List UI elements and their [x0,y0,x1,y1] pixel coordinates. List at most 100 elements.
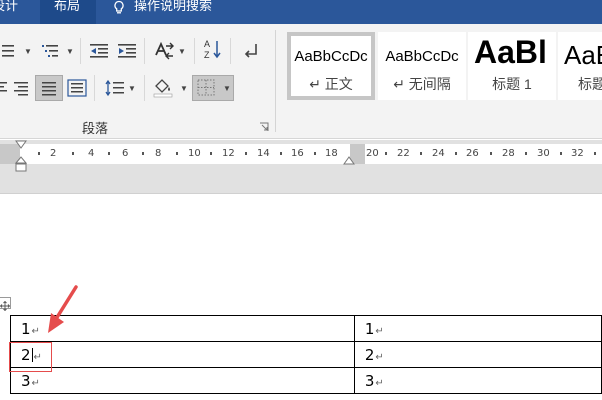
right-indent-marker-icon[interactable] [343,155,355,165]
line-spacing-button[interactable] [102,77,128,99]
shading-dropdown-arrow[interactable]: ▼ [180,84,188,93]
paragraph-mark-icon [244,44,257,58]
style-title[interactable]: AaE 标题 [558,32,602,100]
chinese-layout-icon [155,42,174,60]
tab-design[interactable]: 设计 [0,0,32,24]
chinese-layout-button[interactable] [152,40,178,62]
tell-me-label: 操作说明搜索 [134,0,213,13]
borders-icon [197,79,215,96]
ruler-tick [490,152,492,155]
increase-indent-button[interactable] [114,40,140,62]
table-move-handle[interactable] [0,297,11,312]
ruler-tick [314,152,316,155]
ribbon: ▼ ▼ ▼ A Z ▼ ▼ ▼ 段落 AaBbCcDc ↵ 正文 AaBbCcD… [0,24,602,139]
ruler-tick [594,152,596,155]
increase-indent-icon [118,44,136,58]
cell-text: 3 [21,371,31,390]
table-cell[interactable]: 3↵ [10,367,355,394]
cell-end-mark: ↵ [375,325,384,337]
tab-layout[interactable]: 布局 [40,0,96,24]
line-spacing-icon [105,79,124,97]
ruler-tick [560,152,562,155]
style-no-spacing-sample: AaBbCcDc [385,48,459,65]
distributed-button[interactable] [64,77,90,99]
tell-me-search[interactable]: 操作说明搜索 [112,0,212,24]
table-cell[interactable]: 1↵ [353,315,602,342]
paragraph-group-label: 段落 [82,121,109,136]
multilevel-list-icon [42,45,58,57]
annotation-highlight-box [9,342,52,372]
borders-button[interactable]: ▼ [192,75,234,101]
ruler-area: 2 4 6 8 10 12 14 16 18 20 22 24 26 28 30… [0,140,602,194]
ruler-tick [210,152,212,155]
align-right-icon [14,82,28,96]
sort-button[interactable]: A Z [200,38,226,60]
cell-text: 2 [364,345,375,364]
indent-marker-icon[interactable] [15,140,27,172]
multilevel-list-button[interactable] [38,40,64,62]
ruler-label: 26 [466,148,479,159]
align-right-button[interactable] [8,77,34,99]
table-cell[interactable]: 3↵ [353,367,602,394]
style-normal-name: ↵ 正文 [309,76,353,92]
cell-text: 3 [364,371,375,390]
bullets-dropdown-arrow[interactable]: ▼ [24,47,32,56]
document-page[interactable]: 1↵ 1↵ 2 ↵ 2↵ 3↵ 3↵ [0,195,602,400]
ruler-label: 16 [291,148,304,159]
ruler-label: 14 [257,148,270,159]
justify-button[interactable] [35,75,63,101]
table-row: 1↵ 1↵ [10,315,602,342]
table-cell[interactable]: 2↵ [10,341,355,368]
bullets-button[interactable] [0,40,20,62]
style-normal-sample: AaBbCcDc [294,48,368,65]
dialog-launcher-icon[interactable] [259,122,269,132]
ribbon-tab-bar: 设计 布局 操作说明搜索 [0,0,602,24]
style-heading-1-sample: AaBl [474,34,547,70]
decrease-indent-button[interactable] [86,40,112,62]
style-heading-1-name: 标题 1 [492,76,532,92]
ruler-label: 4 [88,148,95,159]
ruler-tick [38,152,40,155]
ruler-tick [385,152,387,155]
borders-dropdown-arrow[interactable]: ▼ [223,84,231,93]
ruler-tick [420,152,422,155]
ruler-tick [72,152,74,155]
ruler-tick [280,152,282,155]
lightbulb-icon [114,0,124,14]
sort-icon: A Z [204,39,221,60]
show-marks-button[interactable] [238,40,264,62]
table-row: 3↵ 3↵ [10,367,602,394]
distributed-icon [67,79,87,97]
style-heading-1[interactable]: AaBl 标题 1 [468,32,556,100]
line-spacing-dropdown-arrow[interactable]: ▼ [128,84,136,93]
ruler-tick [176,152,178,155]
annotation-arrow-icon [48,285,78,333]
style-title-name: 标题 [578,76,602,92]
multilevel-dropdown-arrow[interactable]: ▼ [66,47,74,56]
word-window: 设计 布局 操作说明搜索 ▼ ▼ [0,0,602,400]
ruler-label: 12 [222,148,235,159]
ruler-tick [245,152,247,155]
ruler-label: 20 [366,148,379,159]
shading-icon [153,79,173,98]
cell-end-mark: ↵ [375,377,384,389]
ruler-label: 30 [537,148,550,159]
style-no-spacing-name: ↵ 无间隔 [393,76,451,92]
cell-end-mark: ↵ [375,351,384,363]
cell-end-mark: ↵ [31,325,40,337]
table-cell[interactable]: 2↵ [353,341,602,368]
ruler-tick [108,152,110,155]
shading-button[interactable] [150,76,176,98]
ruler-label: 8 [155,148,162,159]
separator [194,38,195,64]
ruler-label: 24 [432,148,445,159]
move-arrows-icon [0,300,11,312]
style-no-spacing[interactable]: AaBbCcDc ↵ 无间隔 [378,32,466,100]
separator [94,75,95,101]
style-normal[interactable]: AaBbCcDc ↵ 正文 [287,32,375,100]
document-table[interactable]: 1↵ 1↵ 2 ↵ 2↵ 3↵ 3↵ [10,315,602,394]
ruler-label: 10 [188,148,201,159]
horizontal-ruler[interactable]: 2 4 6 8 10 12 14 16 18 20 22 24 26 28 30… [0,144,602,164]
chinese-layout-dropdown-arrow[interactable]: ▼ [178,47,186,56]
svg-text:A: A [204,39,210,49]
